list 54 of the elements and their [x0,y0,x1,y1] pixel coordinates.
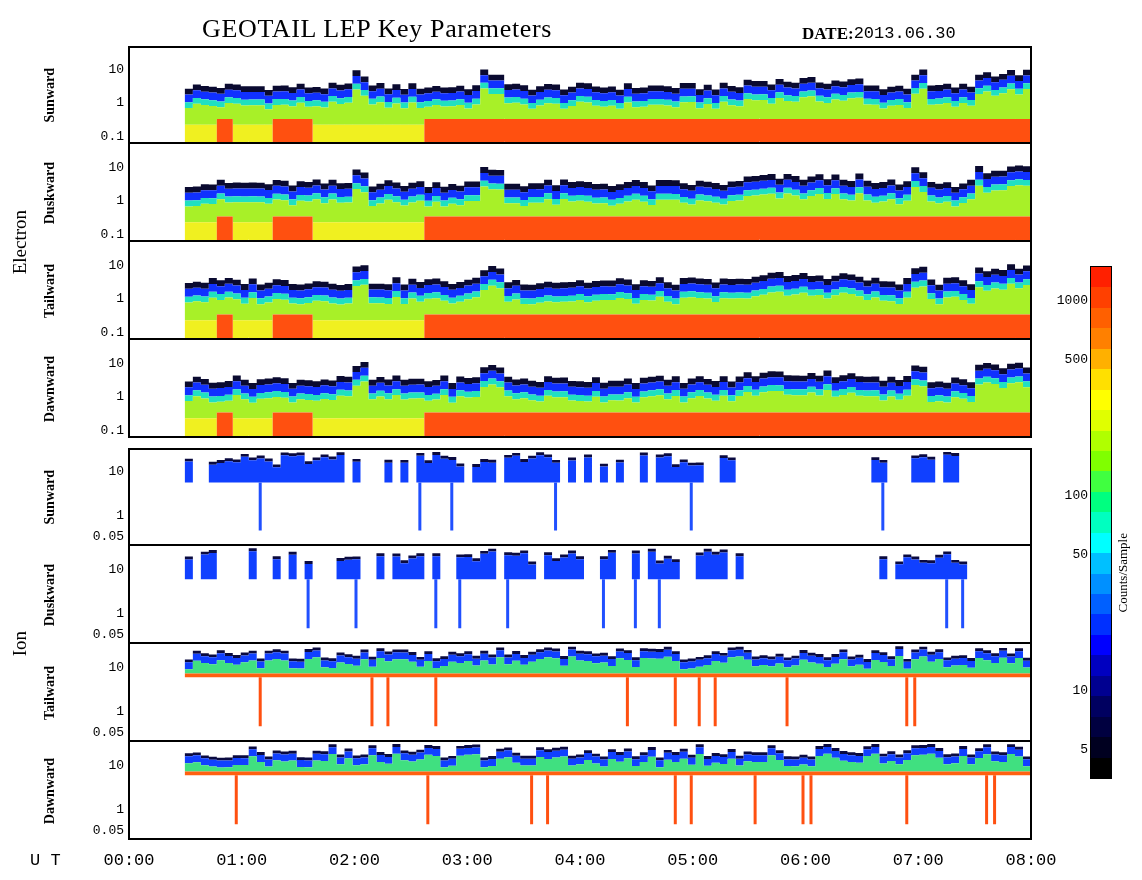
panel-label: Tailward [43,666,57,720]
axis-tick-label: 1 [116,704,124,718]
axis-tick-label: 1 [116,193,124,207]
axis-tick-label: 10 [108,258,124,272]
date-label: DATE: [802,25,854,42]
axis-tick-label: 00:00 [103,852,155,869]
axis-tick-label: 03:00 [441,852,493,869]
axis-tick-label: 0.05 [92,725,124,739]
panel-label: Duskward [43,161,57,225]
group-label: Electron [9,209,29,275]
axis-tick-label: 10 [108,660,124,674]
panel-label: Dawnward [43,757,57,825]
axis-tick-label: 1 [116,291,124,305]
axis-tick-label: 0.1 [100,325,124,339]
axis-tick-label: 0.1 [100,423,124,437]
colorbar-tick-label: 5 [1080,742,1088,756]
panel-label: Duskward [43,563,57,627]
panel-label: Dawnward [43,355,57,423]
axis-tick-label: 02:00 [329,852,380,869]
chart-title: GEOTAIL LEP Key Parameters [202,16,554,42]
panel-label: Sunward [43,67,57,123]
axis-tick-label: 0.05 [92,529,124,543]
colorbar-tick-label: 10 [1072,683,1088,697]
axis-tick-label: 1 [116,508,124,522]
panel-label: Sunward [43,469,57,525]
colorbar-tick-label: 50 [1072,547,1088,561]
colorbar-tick-label: 1000 [1056,293,1088,307]
axis-tick-label: 10 [108,758,124,772]
axis-tick-label: 1 [116,802,124,816]
axis-tick-label: 0.1 [100,129,124,143]
axis-tick-label: 10 [108,160,124,174]
group-label: Ion [9,631,29,657]
colorbar-tick-label: 100 [1064,488,1088,502]
axis-tick-label: 1 [116,606,124,620]
axis-tick-label: 07:00 [892,852,944,869]
date-value: 2013.06.30 [853,25,956,42]
axis-tick-label: 10 [108,356,124,370]
axis-tick-label: 05:00 [667,852,719,869]
axis-tick-label: 08:00 [1005,852,1057,869]
panel-label: Tailward [43,264,57,318]
axis-tick-label: 06:00 [780,852,831,869]
axis-tick-label: 1 [116,389,124,403]
axis-tick-label: 10 [108,562,124,576]
axis-tick-label: 0.1 [100,227,124,241]
axis-tick-label: 10 [108,62,124,76]
axis-tick-label: 0.05 [92,627,124,641]
colorbar-label: Counts/Sample [1115,533,1129,613]
axis-label: U T [30,852,61,869]
axis-tick-label: 1 [116,95,124,109]
axis-tick-label: 0.05 [92,823,124,837]
colorbar-tick-label: 500 [1064,352,1088,366]
axis-tick-label: 10 [108,464,124,478]
axis-tick-label: 01:00 [216,852,268,869]
axis-tick-label: 04:00 [554,852,606,869]
